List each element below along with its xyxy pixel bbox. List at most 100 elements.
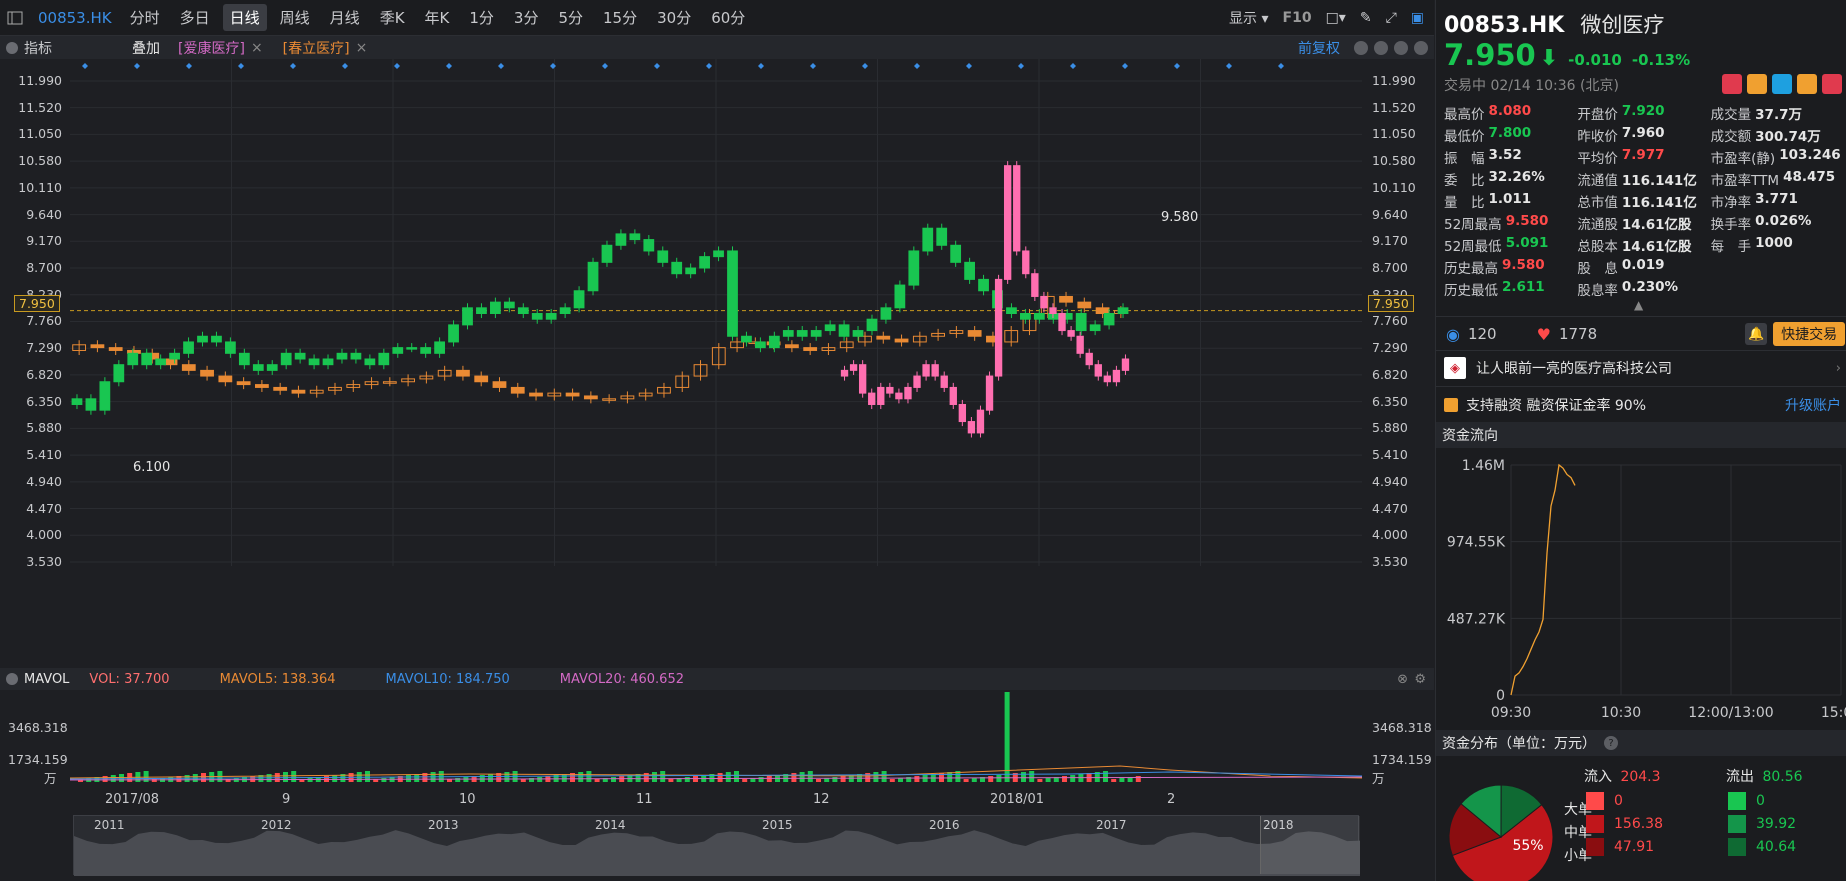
stat-key: 股 息 bbox=[1577, 261, 1618, 277]
period-tab[interactable]: 周线 bbox=[273, 4, 317, 31]
heart-badge-icon[interactable] bbox=[1822, 74, 1842, 94]
stat-key: 委 比 bbox=[1444, 173, 1485, 189]
microport-candle bbox=[587, 261, 599, 292]
sidebar-toggle-icon[interactable] bbox=[0, 0, 30, 36]
aikang-candle bbox=[1076, 335, 1084, 354]
microport-candle bbox=[657, 250, 669, 263]
period-tab[interactable]: 5分 bbox=[551, 4, 590, 31]
chunli-candle bbox=[492, 381, 507, 388]
zoom-in-icon[interactable] bbox=[1374, 40, 1388, 55]
stat-key: 最低价 bbox=[1444, 129, 1485, 145]
collapse-icon[interactable] bbox=[6, 41, 18, 54]
f10-button[interactable]: F10 bbox=[1283, 10, 1312, 26]
overlay-tag-aikang[interactable]: [爱康医疗] bbox=[178, 38, 245, 58]
volume-bar bbox=[758, 777, 764, 782]
price-tick: 3.530 bbox=[1372, 554, 1408, 569]
period-tab[interactable]: 日线 bbox=[222, 4, 267, 31]
period-tab[interactable]: 60分 bbox=[704, 4, 752, 31]
collapse-volume-icon[interactable] bbox=[6, 673, 18, 685]
capital-flow-chart[interactable]: 1.46M 974.55K 487.27K 0 09:30 10:30 12:00/13:0… bbox=[1436, 450, 1846, 732]
collapse-stats-icon[interactable]: ▲ bbox=[1634, 298, 1643, 312]
outflow-value: 0 bbox=[1756, 793, 1765, 809]
tag-icon[interactable] bbox=[1772, 74, 1792, 94]
volume-bar bbox=[1004, 692, 1010, 782]
help-icon[interactable]: ? bbox=[1604, 736, 1618, 750]
fullscreen-icon[interactable]: ⤢ bbox=[1386, 10, 1397, 26]
stock-code[interactable]: 00853.HK bbox=[38, 9, 112, 27]
pen-icon[interactable]: ✎ bbox=[1360, 10, 1372, 26]
price-chart[interactable]: 11.990 11.520 11.050 10.580 10.110 9.640 9.170… bbox=[0, 59, 1434, 666]
price-tick: 6.350 bbox=[1372, 393, 1408, 409]
hk-flag-icon[interactable] bbox=[1722, 74, 1742, 94]
period-tab[interactable]: 分时 bbox=[123, 4, 167, 31]
event-marker bbox=[238, 63, 244, 69]
stat-key: 平均价 bbox=[1577, 151, 1618, 167]
stat-row: 最高价 8.080 开盘价 7.920 成交量 37.7万 bbox=[1444, 103, 1844, 125]
reset-icon[interactable] bbox=[1354, 40, 1368, 55]
event-marker bbox=[394, 63, 400, 69]
overlay-tag-chunli[interactable]: [春立医疗] bbox=[283, 38, 350, 58]
volume-bar bbox=[332, 775, 338, 782]
period-tab[interactable]: 月线 bbox=[323, 4, 367, 31]
inflow-swatch bbox=[1586, 792, 1604, 810]
volume-bar bbox=[365, 771, 370, 782]
adjust-dropdown[interactable]: 前复权 bbox=[1298, 38, 1340, 58]
draw-shape-icon[interactable]: □▾ bbox=[1326, 10, 1346, 26]
heart-icon[interactable]: ♥ bbox=[1537, 325, 1551, 344]
overlay-label[interactable]: 叠加 bbox=[132, 38, 160, 58]
price-tick: 7.760 bbox=[1372, 313, 1408, 329]
mavol10-line bbox=[70, 771, 1362, 780]
layout-icon[interactable]: ▣ bbox=[1411, 10, 1424, 26]
indicator-label[interactable]: 指标 bbox=[24, 38, 52, 58]
upgrade-account-link[interactable]: 升级账户 bbox=[1785, 395, 1841, 415]
date-label: 11 bbox=[636, 792, 653, 807]
flow-y-tick: 487.27K bbox=[1447, 611, 1506, 627]
price-change-pct: -0.13% bbox=[1631, 51, 1691, 69]
navigator-window[interactable] bbox=[1260, 816, 1360, 874]
microport-candle bbox=[685, 267, 697, 275]
alert-bell-icon[interactable]: 🔔 bbox=[1745, 323, 1768, 345]
current-price-right: 7.950 bbox=[1368, 295, 1414, 312]
microport-candle bbox=[169, 352, 180, 360]
microport-candle bbox=[699, 256, 710, 269]
settings-icon[interactable] bbox=[1414, 40, 1428, 55]
remove-overlay-2-icon[interactable]: × bbox=[356, 40, 368, 56]
price-tick: 4.470 bbox=[1372, 500, 1408, 516]
lightning-icon[interactable] bbox=[1747, 74, 1767, 94]
volume-bar bbox=[971, 778, 977, 782]
chart-toolbar: 00853.HK 分时 多日 日线 周线 月线 季K 年K 1分 3分 5分 15分 30分 60分 显… bbox=[0, 0, 1434, 36]
stat-cell: 总市值 116.141亿 bbox=[1577, 191, 1710, 213]
volume-bar bbox=[1111, 779, 1117, 782]
price-tick: 3.530 bbox=[26, 554, 62, 569]
close-volume-icon[interactable]: ⊗ bbox=[1397, 672, 1408, 687]
period-tab[interactable]: 30分 bbox=[650, 4, 698, 31]
price-tick: 7.290 bbox=[26, 340, 62, 356]
volume-chart[interactable]: 3468.318 1734.159 万 3468.318 1734.159 万 bbox=[0, 690, 1434, 790]
chunli-candle bbox=[200, 369, 214, 377]
outflow-swatch bbox=[1728, 838, 1746, 856]
current-price-left: 7.950 bbox=[14, 295, 60, 312]
company-row[interactable]: ◈ 让人眼前一亮的医疗高科技公司 › bbox=[1436, 352, 1846, 384]
display-menu[interactable]: 显示 ▾ bbox=[1229, 8, 1268, 28]
volume-settings-icon[interactable]: ⚙ bbox=[1414, 672, 1426, 687]
period-tab[interactable]: 年K bbox=[418, 4, 457, 31]
view-count: 120 bbox=[1467, 325, 1497, 343]
microport-candle bbox=[141, 352, 153, 366]
period-tab[interactable]: 1分 bbox=[462, 4, 501, 31]
period-tab[interactable]: 多日 bbox=[173, 4, 217, 31]
stat-key: 总市值 bbox=[1577, 195, 1618, 211]
zoom-out-icon[interactable] bbox=[1394, 40, 1408, 55]
divider bbox=[1436, 386, 1846, 387]
microport-candle bbox=[155, 358, 167, 366]
range-navigator[interactable]: 2011 2012 2013 2014 2015 2016 2017 2018 bbox=[73, 815, 1360, 876]
vol-unit-right: 万 bbox=[1372, 771, 1385, 786]
dollar-icon[interactable] bbox=[1797, 74, 1817, 94]
volume-bar bbox=[717, 773, 723, 782]
remove-overlay-1-icon[interactable]: × bbox=[251, 40, 263, 56]
period-tab[interactable]: 3分 bbox=[507, 4, 546, 31]
period-tab[interactable]: 季K bbox=[373, 4, 412, 31]
stat-key: 流通股 bbox=[1577, 217, 1618, 233]
period-tab[interactable]: 15分 bbox=[596, 4, 644, 31]
stat-key: 开盘价 bbox=[1577, 107, 1618, 123]
quick-trade-button[interactable]: 快捷交易 bbox=[1773, 322, 1846, 346]
